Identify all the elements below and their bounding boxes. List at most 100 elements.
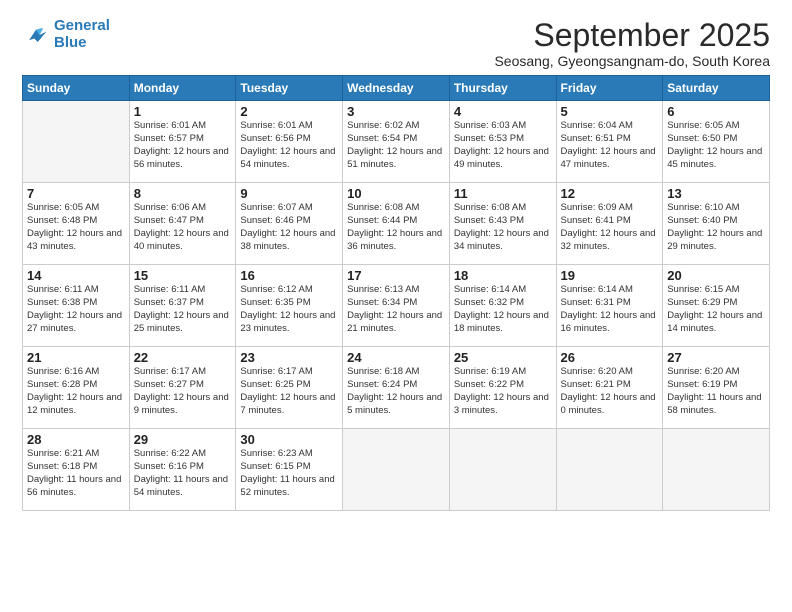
day-info: Sunrise: 6:17 AM Sunset: 6:27 PM Dayligh… [134, 366, 232, 417]
day-number: 19 [561, 268, 659, 283]
day-info: Sunrise: 6:02 AM Sunset: 6:54 PM Dayligh… [347, 120, 445, 171]
day-info: Sunrise: 6:16 AM Sunset: 6:28 PM Dayligh… [27, 366, 125, 417]
day-number: 12 [561, 186, 659, 201]
table-row: 8Sunrise: 6:06 AM Sunset: 6:47 PM Daylig… [129, 183, 236, 265]
day-info: Sunrise: 6:21 AM Sunset: 6:18 PM Dayligh… [27, 448, 125, 499]
day-number: 14 [27, 268, 125, 283]
day-number: 28 [27, 432, 125, 447]
day-info: Sunrise: 6:09 AM Sunset: 6:41 PM Dayligh… [561, 202, 659, 253]
day-info: Sunrise: 6:10 AM Sunset: 6:40 PM Dayligh… [667, 202, 765, 253]
table-row [23, 101, 130, 183]
day-number: 22 [134, 350, 232, 365]
day-number: 5 [561, 104, 659, 119]
day-number: 27 [667, 350, 765, 365]
table-row: 7Sunrise: 6:05 AM Sunset: 6:48 PM Daylig… [23, 183, 130, 265]
day-info: Sunrise: 6:12 AM Sunset: 6:35 PM Dayligh… [240, 284, 338, 335]
table-row: 28Sunrise: 6:21 AM Sunset: 6:18 PM Dayli… [23, 429, 130, 511]
day-info: Sunrise: 6:01 AM Sunset: 6:57 PM Dayligh… [134, 120, 232, 171]
table-row: 15Sunrise: 6:11 AM Sunset: 6:37 PM Dayli… [129, 265, 236, 347]
table-row: 9Sunrise: 6:07 AM Sunset: 6:46 PM Daylig… [236, 183, 343, 265]
table-row: 11Sunrise: 6:08 AM Sunset: 6:43 PM Dayli… [449, 183, 556, 265]
day-number: 18 [454, 268, 552, 283]
day-number: 7 [27, 186, 125, 201]
day-number: 6 [667, 104, 765, 119]
day-info: Sunrise: 6:20 AM Sunset: 6:21 PM Dayligh… [561, 366, 659, 417]
table-row: 17Sunrise: 6:13 AM Sunset: 6:34 PM Dayli… [343, 265, 450, 347]
table-row: 25Sunrise: 6:19 AM Sunset: 6:22 PM Dayli… [449, 347, 556, 429]
table-row: 16Sunrise: 6:12 AM Sunset: 6:35 PM Dayli… [236, 265, 343, 347]
table-row: 19Sunrise: 6:14 AM Sunset: 6:31 PM Dayli… [556, 265, 663, 347]
table-row: 1Sunrise: 6:01 AM Sunset: 6:57 PM Daylig… [129, 101, 236, 183]
day-info: Sunrise: 6:05 AM Sunset: 6:48 PM Dayligh… [27, 202, 125, 253]
table-row: 2Sunrise: 6:01 AM Sunset: 6:56 PM Daylig… [236, 101, 343, 183]
table-row: 18Sunrise: 6:14 AM Sunset: 6:32 PM Dayli… [449, 265, 556, 347]
day-info: Sunrise: 6:11 AM Sunset: 6:37 PM Dayligh… [134, 284, 232, 335]
day-number: 25 [454, 350, 552, 365]
page: General Blue September 2025 Seosang, Gye… [0, 0, 792, 612]
day-info: Sunrise: 6:07 AM Sunset: 6:46 PM Dayligh… [240, 202, 338, 253]
day-number: 26 [561, 350, 659, 365]
calendar-row: 28Sunrise: 6:21 AM Sunset: 6:18 PM Dayli… [23, 429, 770, 511]
logo-bird-icon [22, 21, 50, 49]
header-monday: Monday [129, 76, 236, 101]
header-thursday: Thursday [449, 76, 556, 101]
day-number: 24 [347, 350, 445, 365]
day-number: 16 [240, 268, 338, 283]
table-row [449, 429, 556, 511]
table-row: 30Sunrise: 6:23 AM Sunset: 6:15 PM Dayli… [236, 429, 343, 511]
month-title: September 2025 [494, 18, 770, 53]
table-row: 21Sunrise: 6:16 AM Sunset: 6:28 PM Dayli… [23, 347, 130, 429]
day-number: 8 [134, 186, 232, 201]
day-info: Sunrise: 6:17 AM Sunset: 6:25 PM Dayligh… [240, 366, 338, 417]
day-info: Sunrise: 6:22 AM Sunset: 6:16 PM Dayligh… [134, 448, 232, 499]
logo-text: General Blue [54, 18, 110, 51]
day-info: Sunrise: 6:14 AM Sunset: 6:31 PM Dayligh… [561, 284, 659, 335]
day-number: 15 [134, 268, 232, 283]
day-info: Sunrise: 6:03 AM Sunset: 6:53 PM Dayligh… [454, 120, 552, 171]
day-number: 9 [240, 186, 338, 201]
table-row [343, 429, 450, 511]
day-info: Sunrise: 6:23 AM Sunset: 6:15 PM Dayligh… [240, 448, 338, 499]
table-row: 12Sunrise: 6:09 AM Sunset: 6:41 PM Dayli… [556, 183, 663, 265]
day-info: Sunrise: 6:01 AM Sunset: 6:56 PM Dayligh… [240, 120, 338, 171]
logo: General Blue [22, 18, 110, 51]
day-number: 17 [347, 268, 445, 283]
header: General Blue September 2025 Seosang, Gye… [22, 18, 770, 69]
day-number: 10 [347, 186, 445, 201]
header-sunday: Sunday [23, 76, 130, 101]
table-row: 27Sunrise: 6:20 AM Sunset: 6:19 PM Dayli… [663, 347, 770, 429]
calendar-table: Sunday Monday Tuesday Wednesday Thursday… [22, 75, 770, 511]
day-number: 3 [347, 104, 445, 119]
table-row: 29Sunrise: 6:22 AM Sunset: 6:16 PM Dayli… [129, 429, 236, 511]
header-wednesday: Wednesday [343, 76, 450, 101]
day-number: 20 [667, 268, 765, 283]
day-info: Sunrise: 6:08 AM Sunset: 6:44 PM Dayligh… [347, 202, 445, 253]
day-info: Sunrise: 6:19 AM Sunset: 6:22 PM Dayligh… [454, 366, 552, 417]
day-number: 13 [667, 186, 765, 201]
calendar-row: 14Sunrise: 6:11 AM Sunset: 6:38 PM Dayli… [23, 265, 770, 347]
table-row: 3Sunrise: 6:02 AM Sunset: 6:54 PM Daylig… [343, 101, 450, 183]
day-info: Sunrise: 6:11 AM Sunset: 6:38 PM Dayligh… [27, 284, 125, 335]
day-number: 23 [240, 350, 338, 365]
table-row: 26Sunrise: 6:20 AM Sunset: 6:21 PM Dayli… [556, 347, 663, 429]
table-row: 22Sunrise: 6:17 AM Sunset: 6:27 PM Dayli… [129, 347, 236, 429]
day-number: 4 [454, 104, 552, 119]
day-info: Sunrise: 6:08 AM Sunset: 6:43 PM Dayligh… [454, 202, 552, 253]
day-number: 2 [240, 104, 338, 119]
header-friday: Friday [556, 76, 663, 101]
day-number: 1 [134, 104, 232, 119]
day-info: Sunrise: 6:06 AM Sunset: 6:47 PM Dayligh… [134, 202, 232, 253]
header-tuesday: Tuesday [236, 76, 343, 101]
day-number: 29 [134, 432, 232, 447]
calendar-row: 1Sunrise: 6:01 AM Sunset: 6:57 PM Daylig… [23, 101, 770, 183]
day-info: Sunrise: 6:20 AM Sunset: 6:19 PM Dayligh… [667, 366, 765, 417]
header-saturday: Saturday [663, 76, 770, 101]
location: Seosang, Gyeongsangnam-do, South Korea [494, 53, 770, 69]
table-row: 6Sunrise: 6:05 AM Sunset: 6:50 PM Daylig… [663, 101, 770, 183]
weekday-header-row: Sunday Monday Tuesday Wednesday Thursday… [23, 76, 770, 101]
table-row [663, 429, 770, 511]
table-row: 14Sunrise: 6:11 AM Sunset: 6:38 PM Dayli… [23, 265, 130, 347]
table-row: 13Sunrise: 6:10 AM Sunset: 6:40 PM Dayli… [663, 183, 770, 265]
day-info: Sunrise: 6:14 AM Sunset: 6:32 PM Dayligh… [454, 284, 552, 335]
calendar-row: 7Sunrise: 6:05 AM Sunset: 6:48 PM Daylig… [23, 183, 770, 265]
